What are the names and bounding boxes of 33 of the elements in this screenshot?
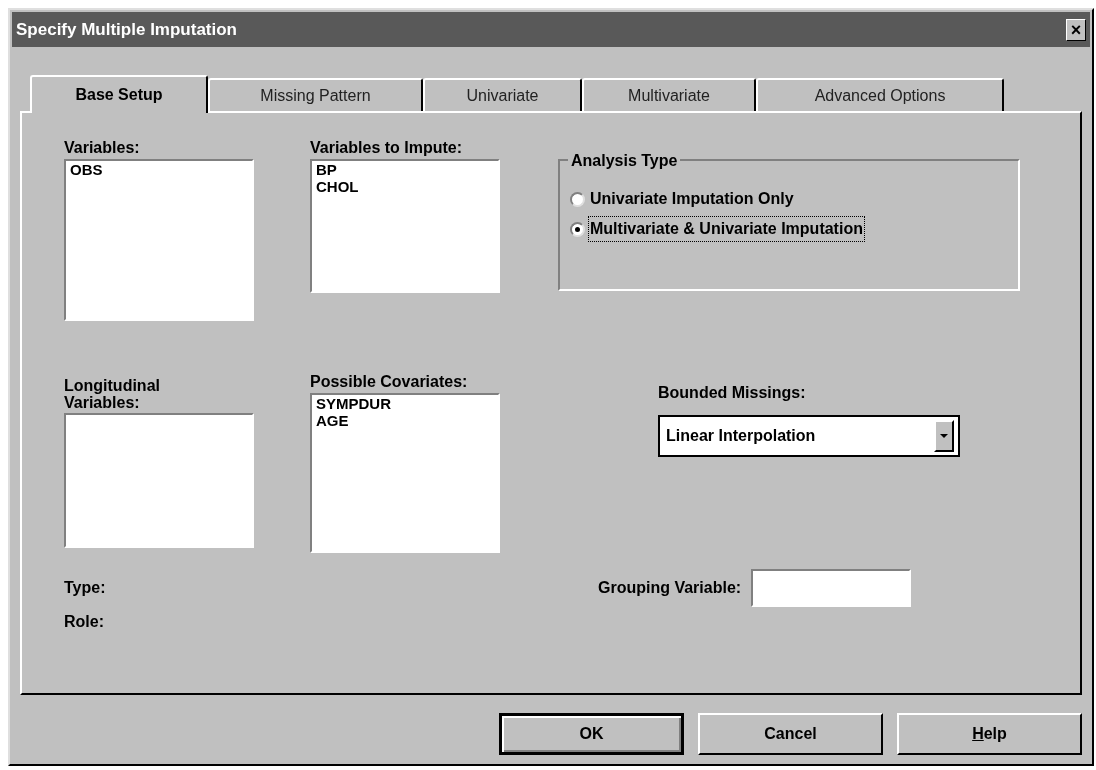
- tab[interactable]: Base Setup: [30, 75, 208, 113]
- window-title: Specify Multiple Imputation: [16, 18, 237, 41]
- covariates-list[interactable]: SYMPDUR AGE: [310, 393, 500, 553]
- field-label: Variables:: [64, 139, 141, 157]
- list-item[interactable]: OBS: [70, 161, 248, 178]
- dropdown[interactable]: Linear Interpolation: [658, 415, 960, 457]
- list-item[interactable]: AGE: [316, 412, 494, 429]
- field-label: Variables to Impute:: [310, 139, 464, 157]
- dialog-button[interactable]: Cancel: [698, 713, 883, 755]
- field-label: Bounded Missings:: [658, 383, 807, 403]
- field-label: Role:: [64, 612, 105, 632]
- radio-label[interactable]: Univariate Imputation Only: [589, 187, 795, 211]
- variables-list[interactable]: OBS: [64, 159, 254, 321]
- field-label: Grouping Variable:: [598, 578, 742, 598]
- field-label: Type:: [64, 578, 107, 598]
- tab[interactable]: Missing Pattern: [208, 78, 423, 111]
- dialog-button[interactable]: OK: [499, 713, 684, 755]
- radio-button[interactable]: [570, 191, 585, 207]
- radio-label[interactable]: Multivariate & Univariate Imputation: [589, 217, 864, 241]
- impute-list[interactable]: BP CHOL: [310, 159, 500, 293]
- longitudinal-list[interactable]: [64, 413, 254, 548]
- list-item[interactable]: BP: [316, 161, 494, 178]
- radio-button[interactable]: [570, 221, 585, 237]
- tab[interactable]: Advanced Options: [756, 78, 1004, 111]
- field-label: Longitudinal Variables:: [64, 377, 161, 411]
- field-label: Possible Covariates:: [310, 373, 469, 391]
- input-field[interactable]: [751, 569, 912, 607]
- dialog-button[interactable]: Help: [897, 713, 1082, 755]
- tab[interactable]: Multivariate: [582, 78, 756, 111]
- list-item[interactable]: SYMPDUR: [316, 395, 494, 412]
- close-button[interactable]: ×: [1066, 18, 1086, 41]
- tab[interactable]: Univariate: [423, 78, 582, 111]
- list-item[interactable]: CHOL: [316, 178, 494, 195]
